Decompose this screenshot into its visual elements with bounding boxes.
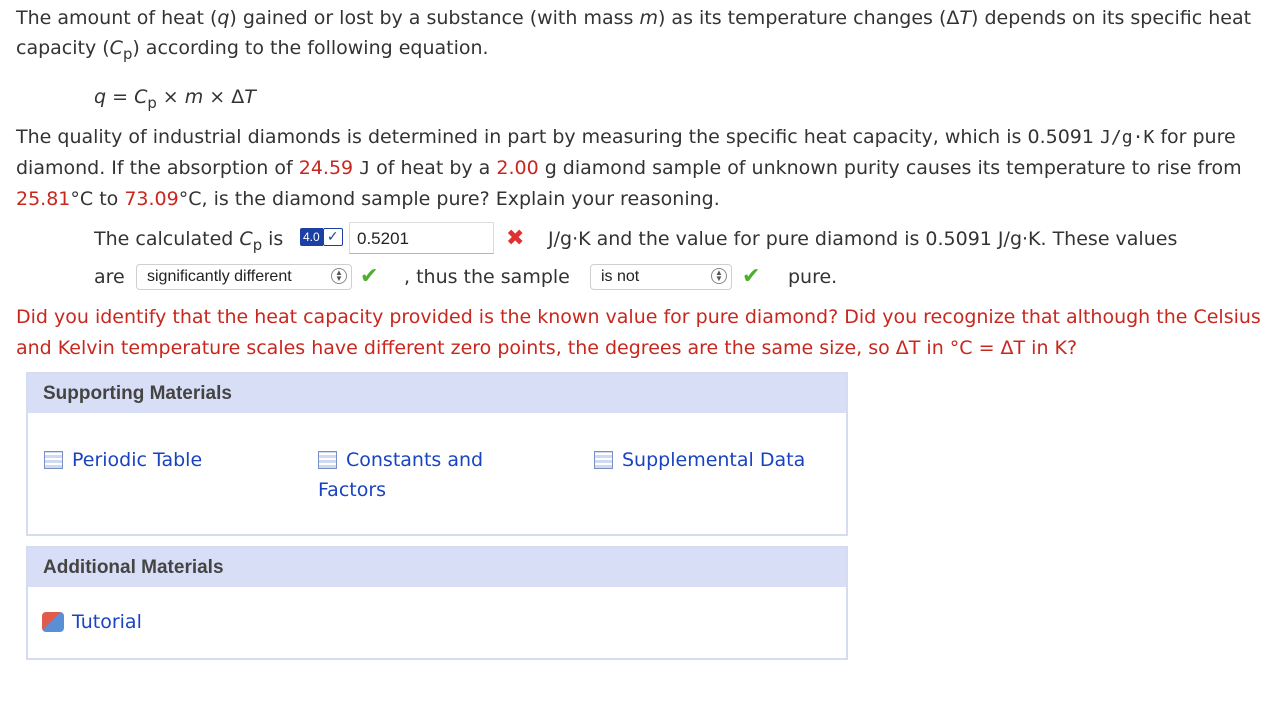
link-label: Constants and Factors bbox=[318, 449, 484, 501]
supplemental-data-link[interactable]: Supplemental Data bbox=[594, 445, 805, 475]
intro-text: ) according to the following equation. bbox=[132, 37, 489, 59]
eq-times-delta: × Δ bbox=[203, 86, 245, 108]
initial-temp: 25.81 bbox=[16, 188, 71, 210]
supporting-materials-title: Supporting Materials bbox=[28, 374, 846, 413]
eq-t: T bbox=[244, 86, 256, 108]
eq-q: q bbox=[94, 86, 107, 108]
unit-text: J/g·K bbox=[1100, 127, 1155, 148]
calc-c: C bbox=[239, 228, 253, 250]
purity-select[interactable]: is not ▲ ▼ bbox=[590, 264, 732, 290]
periodic-table-link[interactable]: Periodic Table bbox=[44, 445, 202, 475]
q-var: q bbox=[217, 7, 230, 29]
answer-row-2: are significantly different ▲ ▼ ✔ , thus t… bbox=[94, 262, 1264, 292]
table-icon bbox=[44, 451, 63, 469]
intro-text: ) gained or lost by a substance (with ma… bbox=[229, 7, 640, 29]
eq-equals: = bbox=[106, 86, 135, 108]
eq-c: C bbox=[134, 86, 148, 108]
table-icon bbox=[318, 451, 337, 469]
purity-select-value: is not bbox=[601, 268, 640, 285]
constants-factors-link[interactable]: Constants and Factors bbox=[318, 445, 518, 505]
link-label: Tutorial bbox=[72, 611, 142, 633]
pure-text: pure. bbox=[788, 266, 838, 288]
score-badge[interactable]: 4.0 ✓ bbox=[300, 228, 344, 248]
joule-unit: J bbox=[359, 158, 371, 179]
calc-text: The calculated bbox=[94, 228, 240, 250]
eq-times: × bbox=[156, 86, 185, 108]
mass-value: 2.00 bbox=[496, 157, 539, 179]
problem-text: g diamond sample of unknown purity cause… bbox=[538, 157, 1242, 179]
correct-check-icon: ✔ bbox=[742, 264, 761, 289]
final-temp: 73.09 bbox=[124, 188, 179, 210]
problem-paragraph: The quality of industrial diamonds is de… bbox=[16, 122, 1261, 214]
difference-select-value: significantly different bbox=[147, 268, 292, 285]
tutorial-link[interactable]: Tutorial bbox=[42, 607, 142, 637]
answer-unit-text: J/g·K and the value for pure diamond is … bbox=[548, 228, 1178, 250]
additional-materials-title: Additional Materials bbox=[28, 548, 846, 587]
select-arrows-icon: ▲ ▼ bbox=[711, 268, 727, 284]
calc-p: p bbox=[252, 237, 263, 255]
problem-text: °C to bbox=[70, 188, 125, 210]
p-subscript: p bbox=[122, 46, 133, 64]
thus-text: , thus the sample bbox=[404, 266, 570, 288]
select-arrows-icon: ▲ ▼ bbox=[331, 268, 347, 284]
table-icon bbox=[594, 451, 613, 469]
tutorial-icon bbox=[42, 612, 64, 632]
are-text: are bbox=[94, 266, 125, 288]
m-var: m bbox=[639, 7, 658, 29]
link-label: Periodic Table bbox=[72, 449, 203, 471]
intro-text: ) as its temperature changes (Δ bbox=[657, 7, 960, 29]
intro-text: The amount of heat ( bbox=[16, 7, 218, 29]
problem-text: The quality of industrial diamonds is de… bbox=[16, 126, 1101, 148]
incorrect-x-icon: ✖ bbox=[506, 226, 525, 251]
link-label: Supplemental Data bbox=[622, 449, 806, 471]
badge-number: 4.0 bbox=[300, 228, 323, 246]
eq-m: m bbox=[184, 86, 204, 108]
c-var: C bbox=[109, 37, 123, 59]
heat-equation: q = Cp × m × ΔT bbox=[94, 82, 256, 112]
badge-check-icon: ✓ bbox=[322, 228, 343, 246]
problem-text: of heat by a bbox=[370, 157, 497, 179]
supporting-materials-panel: Supporting Materials Periodic Table Cons… bbox=[26, 372, 848, 536]
calc-label: The calculated Cp is bbox=[94, 222, 283, 256]
cp-answer-input[interactable]: 0.5201 bbox=[349, 222, 494, 254]
eq-p: p bbox=[147, 95, 157, 113]
answer-row-1: The calculated Cp is 4.0 ✓ 0.5201 ✖ J/g·K… bbox=[94, 222, 1264, 256]
t-var: T bbox=[959, 7, 972, 29]
intro-paragraph: The amount of heat (q) gained or lost by… bbox=[16, 3, 1256, 63]
feedback-text: Did you identify that the heat capacity … bbox=[16, 306, 1261, 359]
difference-select[interactable]: significantly different ▲ ▼ bbox=[136, 264, 352, 290]
heat-value: 24.59 bbox=[298, 157, 354, 179]
calc-is: is bbox=[262, 228, 284, 250]
correct-check-icon: ✔ bbox=[360, 264, 379, 289]
problem-text: °C, is the diamond sample pure? Explain … bbox=[178, 188, 720, 210]
additional-materials-panel: Additional Materials Tutorial bbox=[26, 546, 848, 660]
